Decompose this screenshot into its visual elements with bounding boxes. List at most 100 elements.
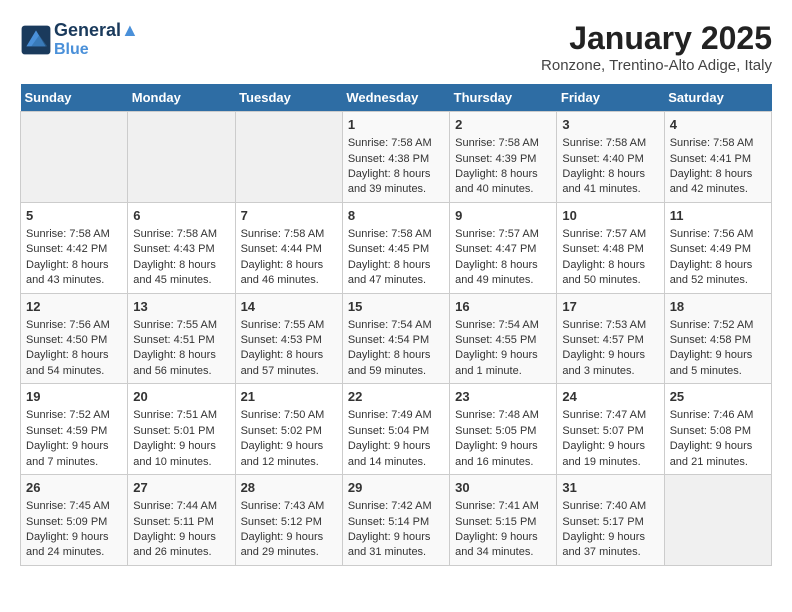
day-number: 7	[241, 207, 337, 225]
location-subtitle: Ronzone, Trentino-Alto Adige, Italy	[541, 57, 772, 74]
weekday-header-wednesday: Wednesday	[342, 84, 449, 112]
daylight-text: Daylight: 9 hours and 3 minutes.	[562, 349, 645, 376]
daylight-text: Daylight: 8 hours and 47 minutes.	[348, 259, 431, 286]
day-number: 17	[562, 298, 658, 316]
weekday-header-thursday: Thursday	[450, 84, 557, 112]
sunset-text: Sunset: 5:08 PM	[670, 425, 751, 437]
calendar-day-cell: 13Sunrise: 7:55 AMSunset: 4:51 PMDayligh…	[128, 293, 235, 384]
sunset-text: Sunset: 5:15 PM	[455, 516, 536, 528]
sunrise-text: Sunrise: 7:42 AM	[348, 500, 432, 512]
day-number: 24	[562, 388, 658, 406]
calendar-day-cell: 18Sunrise: 7:52 AMSunset: 4:58 PMDayligh…	[664, 293, 771, 384]
sunrise-text: Sunrise: 7:51 AM	[133, 409, 217, 421]
sunset-text: Sunset: 4:41 PM	[670, 153, 751, 165]
calendar-day-cell: 21Sunrise: 7:50 AMSunset: 5:02 PMDayligh…	[235, 384, 342, 475]
sunrise-text: Sunrise: 7:47 AM	[562, 409, 646, 421]
calendar-day-cell: 26Sunrise: 7:45 AMSunset: 5:09 PMDayligh…	[21, 475, 128, 566]
day-number: 6	[133, 207, 229, 225]
daylight-text: Daylight: 8 hours and 39 minutes.	[348, 168, 431, 195]
sunset-text: Sunset: 4:39 PM	[455, 153, 536, 165]
day-number: 2	[455, 116, 551, 134]
daylight-text: Daylight: 8 hours and 57 minutes.	[241, 349, 324, 376]
sunrise-text: Sunrise: 7:52 AM	[26, 409, 110, 421]
day-number: 12	[26, 298, 122, 316]
calendar-day-cell: 24Sunrise: 7:47 AMSunset: 5:07 PMDayligh…	[557, 384, 664, 475]
sunset-text: Sunset: 5:02 PM	[241, 425, 322, 437]
sunrise-text: Sunrise: 7:48 AM	[455, 409, 539, 421]
calendar-day-cell: 2Sunrise: 7:58 AMSunset: 4:39 PMDaylight…	[450, 112, 557, 203]
sunset-text: Sunset: 4:50 PM	[26, 334, 107, 346]
calendar-day-cell: 10Sunrise: 7:57 AMSunset: 4:48 PMDayligh…	[557, 202, 664, 293]
empty-cell	[235, 112, 342, 203]
sunset-text: Sunset: 4:45 PM	[348, 243, 429, 255]
daylight-text: Daylight: 9 hours and 10 minutes.	[133, 440, 216, 467]
logo: General▲ Blue	[20, 20, 139, 59]
day-number: 28	[241, 479, 337, 497]
calendar-week-row: 19Sunrise: 7:52 AMSunset: 4:59 PMDayligh…	[21, 384, 772, 475]
daylight-text: Daylight: 8 hours and 41 minutes.	[562, 168, 645, 195]
sunset-text: Sunset: 5:12 PM	[241, 516, 322, 528]
sunrise-text: Sunrise: 7:54 AM	[455, 319, 539, 331]
weekday-header-friday: Friday	[557, 84, 664, 112]
sunrise-text: Sunrise: 7:58 AM	[455, 137, 539, 149]
day-number: 11	[670, 207, 766, 225]
empty-cell	[664, 475, 771, 566]
sunset-text: Sunset: 5:05 PM	[455, 425, 536, 437]
weekday-header-monday: Monday	[128, 84, 235, 112]
day-number: 16	[455, 298, 551, 316]
daylight-text: Daylight: 9 hours and 24 minutes.	[26, 531, 109, 558]
daylight-text: Daylight: 9 hours and 1 minute.	[455, 349, 538, 376]
sunrise-text: Sunrise: 7:58 AM	[241, 228, 325, 240]
daylight-text: Daylight: 8 hours and 45 minutes.	[133, 259, 216, 286]
weekday-header-tuesday: Tuesday	[235, 84, 342, 112]
sunrise-text: Sunrise: 7:58 AM	[133, 228, 217, 240]
calendar-day-cell: 31Sunrise: 7:40 AMSunset: 5:17 PMDayligh…	[557, 475, 664, 566]
calendar-day-cell: 23Sunrise: 7:48 AMSunset: 5:05 PMDayligh…	[450, 384, 557, 475]
sunset-text: Sunset: 4:44 PM	[241, 243, 322, 255]
day-number: 4	[670, 116, 766, 134]
day-number: 13	[133, 298, 229, 316]
month-title: January 2025	[541, 20, 772, 57]
weekday-header-sunday: Sunday	[21, 84, 128, 112]
sunset-text: Sunset: 4:51 PM	[133, 334, 214, 346]
daylight-text: Daylight: 9 hours and 14 minutes.	[348, 440, 431, 467]
sunset-text: Sunset: 4:58 PM	[670, 334, 751, 346]
sunset-text: Sunset: 4:59 PM	[26, 425, 107, 437]
calendar-week-row: 5Sunrise: 7:58 AMSunset: 4:42 PMDaylight…	[21, 202, 772, 293]
page-header: General▲ Blue January 2025 Ronzone, Tren…	[20, 20, 772, 74]
day-number: 3	[562, 116, 658, 134]
sunset-text: Sunset: 4:38 PM	[348, 153, 429, 165]
calendar-day-cell: 14Sunrise: 7:55 AMSunset: 4:53 PMDayligh…	[235, 293, 342, 384]
daylight-text: Daylight: 8 hours and 54 minutes.	[26, 349, 109, 376]
sunrise-text: Sunrise: 7:58 AM	[348, 137, 432, 149]
sunrise-text: Sunrise: 7:52 AM	[670, 319, 754, 331]
calendar-week-row: 1Sunrise: 7:58 AMSunset: 4:38 PMDaylight…	[21, 112, 772, 203]
sunrise-text: Sunrise: 7:56 AM	[26, 319, 110, 331]
weekday-header-row: SundayMondayTuesdayWednesdayThursdayFrid…	[21, 84, 772, 112]
day-number: 9	[455, 207, 551, 225]
calendar-day-cell: 17Sunrise: 7:53 AMSunset: 4:57 PMDayligh…	[557, 293, 664, 384]
calendar-day-cell: 5Sunrise: 7:58 AMSunset: 4:42 PMDaylight…	[21, 202, 128, 293]
sunrise-text: Sunrise: 7:58 AM	[670, 137, 754, 149]
calendar-day-cell: 1Sunrise: 7:58 AMSunset: 4:38 PMDaylight…	[342, 112, 449, 203]
daylight-text: Daylight: 9 hours and 7 minutes.	[26, 440, 109, 467]
calendar-day-cell: 22Sunrise: 7:49 AMSunset: 5:04 PMDayligh…	[342, 384, 449, 475]
empty-cell	[128, 112, 235, 203]
daylight-text: Daylight: 9 hours and 16 minutes.	[455, 440, 538, 467]
daylight-text: Daylight: 9 hours and 21 minutes.	[670, 440, 753, 467]
day-number: 20	[133, 388, 229, 406]
sunrise-text: Sunrise: 7:45 AM	[26, 500, 110, 512]
daylight-text: Daylight: 9 hours and 34 minutes.	[455, 531, 538, 558]
sunset-text: Sunset: 4:47 PM	[455, 243, 536, 255]
empty-cell	[21, 112, 128, 203]
calendar-week-row: 26Sunrise: 7:45 AMSunset: 5:09 PMDayligh…	[21, 475, 772, 566]
sunset-text: Sunset: 5:07 PM	[562, 425, 643, 437]
sunrise-text: Sunrise: 7:40 AM	[562, 500, 646, 512]
sunrise-text: Sunrise: 7:50 AM	[241, 409, 325, 421]
calendar-day-cell: 4Sunrise: 7:58 AMSunset: 4:41 PMDaylight…	[664, 112, 771, 203]
day-number: 5	[26, 207, 122, 225]
calendar-day-cell: 3Sunrise: 7:58 AMSunset: 4:40 PMDaylight…	[557, 112, 664, 203]
daylight-text: Daylight: 9 hours and 37 minutes.	[562, 531, 645, 558]
calendar-day-cell: 11Sunrise: 7:56 AMSunset: 4:49 PMDayligh…	[664, 202, 771, 293]
calendar-day-cell: 28Sunrise: 7:43 AMSunset: 5:12 PMDayligh…	[235, 475, 342, 566]
